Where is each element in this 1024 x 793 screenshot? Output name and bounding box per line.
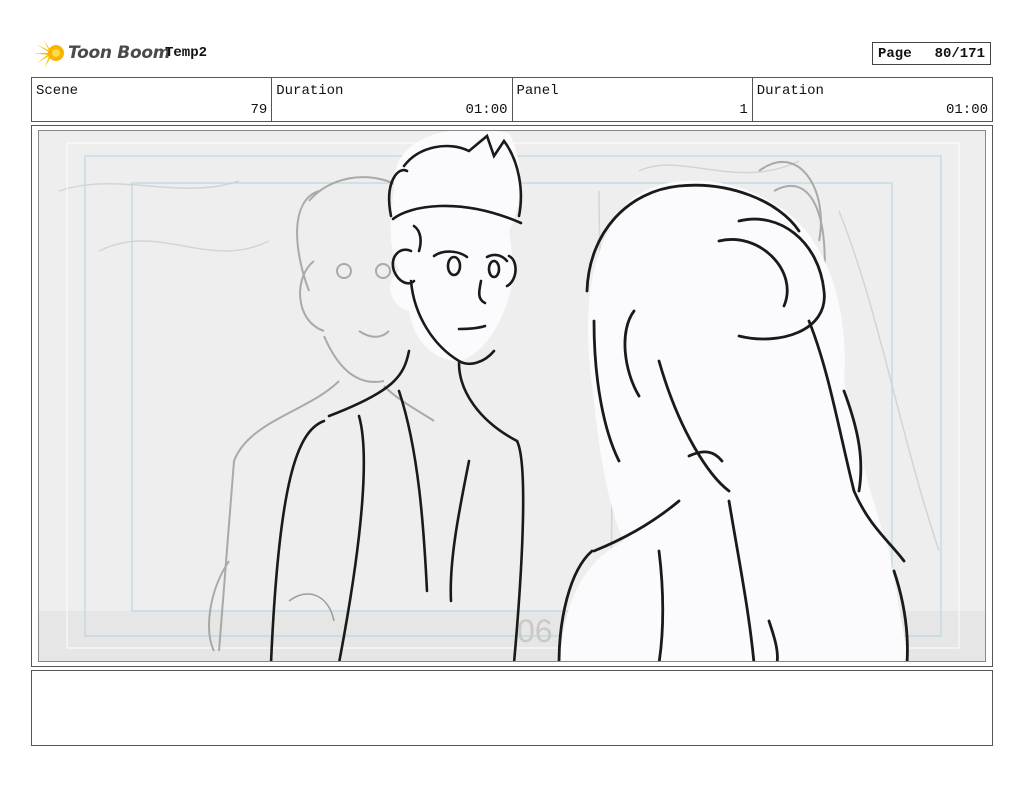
sketch-artwork: 06 — [39, 131, 985, 661]
toon-boom-burst-icon — [34, 40, 64, 67]
scene-value: 79 — [250, 102, 268, 118]
panel-notes-box — [31, 670, 993, 746]
frame-number: 06 — [517, 613, 553, 649]
panel-duration-value: 01:00 — [945, 102, 988, 118]
panel-label: Panel — [516, 83, 559, 99]
toon-boom-logo: Toon Boom — [34, 38, 170, 68]
page-indicator: Page 80/171 — [872, 42, 991, 65]
storyboard-panel-drawing: 06 — [38, 130, 986, 662]
panel-duration-label: Duration — [756, 83, 824, 99]
panel-duration-cell: Duration 01:00 — [753, 78, 992, 121]
project-name: Temp2 — [165, 45, 208, 61]
scene-label: Scene — [36, 83, 79, 99]
logo-text: Toon Boom — [68, 43, 171, 63]
page-label: Page — [878, 45, 912, 62]
info-row: Scene 79 Duration 01:00 Panel 1 Duration… — [31, 77, 993, 122]
scene-duration-cell: Duration 01:00 — [272, 78, 513, 121]
scene-duration-label: Duration — [276, 83, 344, 99]
panel-value: 1 — [739, 102, 748, 118]
scene-duration-value: 01:00 — [465, 102, 508, 118]
panel-cell: Panel 1 — [513, 78, 753, 121]
scene-cell: Scene 79 — [32, 78, 273, 121]
page-value: 80/171 — [934, 45, 985, 62]
